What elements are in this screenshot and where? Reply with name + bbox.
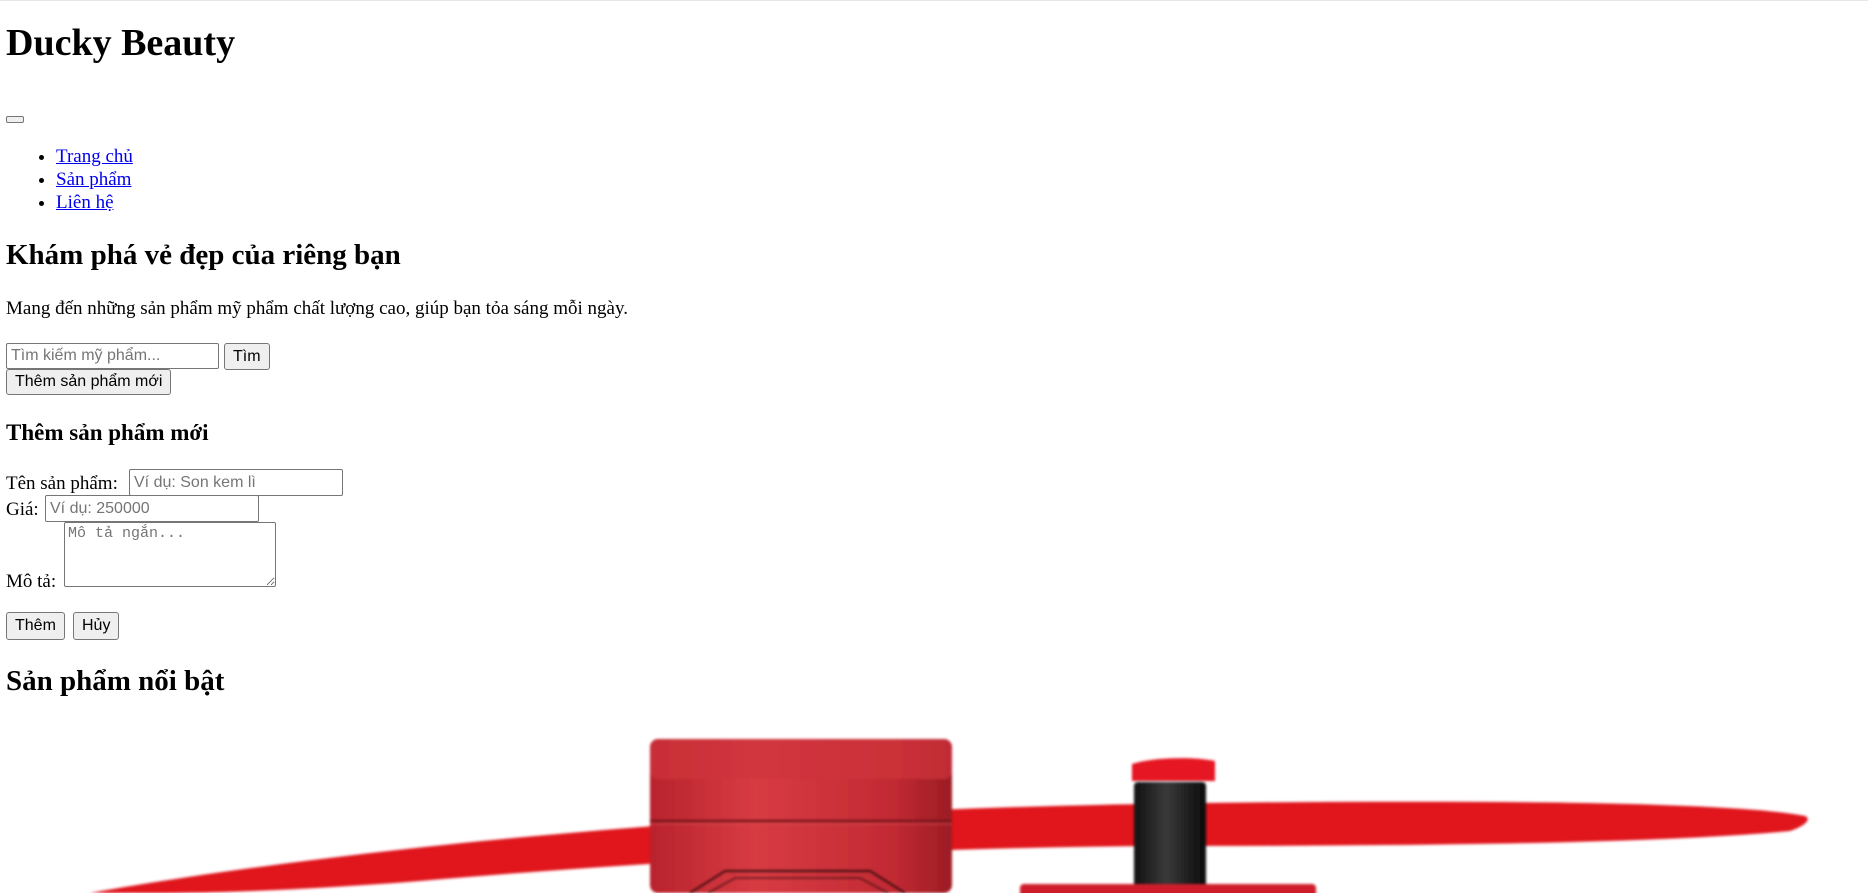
nav-link-home[interactable]: Trang chủ (56, 146, 133, 167)
search-input[interactable] (6, 343, 219, 369)
product-description-textarea[interactable] (64, 522, 276, 587)
search-button[interactable]: Tìm (224, 343, 270, 370)
nav-item-products: Sản phẩm (56, 168, 133, 191)
menu-toggle-button[interactable] (6, 116, 24, 123)
add-product-toggle-button[interactable]: Thêm sản phẩm mới (6, 369, 172, 395)
product-description-label: Mô tả: (6, 571, 57, 592)
product-price-label: Giá: (6, 499, 39, 520)
hero-description: Mang đến những sản phẩm mỹ phẩm chất lượ… (6, 298, 628, 319)
nav-link-contact[interactable]: Liên hệ (56, 192, 114, 213)
hero-title: Khám phá vẻ đẹp của riêng bạn (6, 239, 401, 271)
featured-title: Sản phẩm nổi bật (6, 665, 225, 697)
add-form-title: Thêm sản phẩm mới (6, 420, 209, 445)
add-submit-button[interactable]: Thêm (6, 612, 65, 640)
product-price-input[interactable] (45, 495, 259, 522)
cream-jar-shape (650, 739, 952, 893)
add-cancel-button[interactable]: Hủy (73, 612, 120, 640)
nav-item-contact: Liên hệ (56, 191, 133, 214)
site-title: Ducky Beauty (6, 22, 236, 64)
nav-item-home: Trang chủ (56, 145, 133, 168)
product-name-input[interactable] (129, 469, 343, 496)
product-name-label: Tên sản phẩm: (6, 473, 118, 494)
nav-link-products[interactable]: Sản phẩm (56, 169, 131, 190)
page: Ducky Beauty Trang chủ Sản phẩm Liên hệ … (0, 1, 1868, 893)
main-nav: Trang chủ Sản phẩm Liên hệ (0, 145, 133, 214)
featured-product-image (90, 739, 1808, 893)
